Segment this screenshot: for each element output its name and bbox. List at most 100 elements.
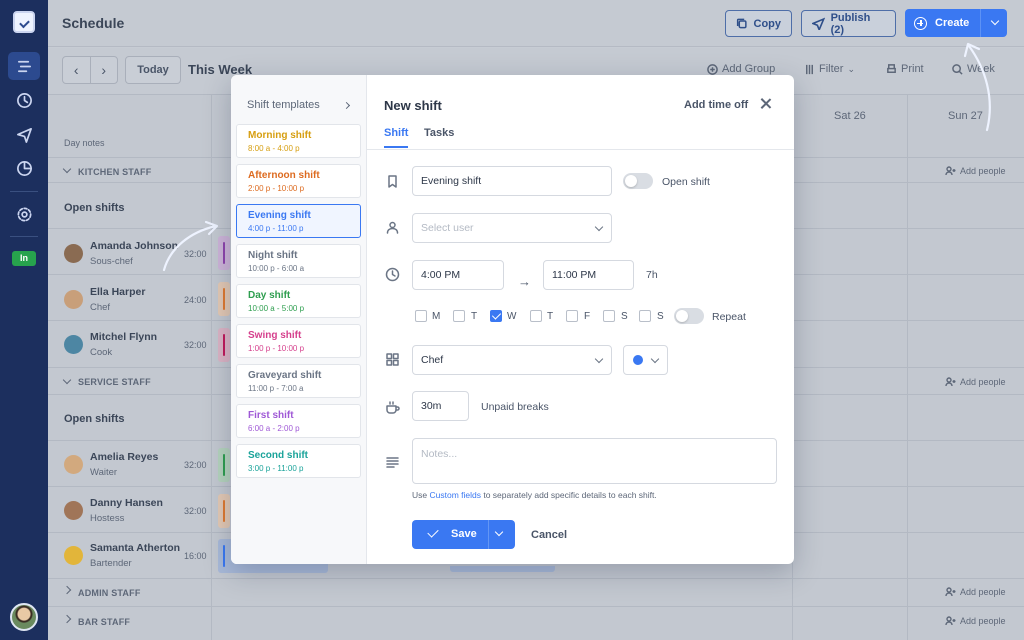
day-checkbox-sat[interactable] xyxy=(603,310,615,322)
template-afternoon-shift[interactable]: Afternoon shift 2:00 p - 10:00 p xyxy=(236,164,361,198)
add-people-button[interactable]: Add people xyxy=(945,616,1006,626)
clock-in-badge[interactable]: In xyxy=(12,251,36,266)
day-checkbox-tue[interactable] xyxy=(453,310,465,322)
open-shift-label: Open shift xyxy=(662,176,710,188)
create-button[interactable]: Create xyxy=(905,9,1007,37)
day-checkbox-sun[interactable] xyxy=(639,310,651,322)
template-first-shift[interactable]: First shift 6:00 a - 2:00 p xyxy=(236,404,361,438)
shift-chip[interactable] xyxy=(218,328,230,362)
tab-tasks[interactable]: Tasks xyxy=(424,127,454,139)
open-shifts-label: Open shifts xyxy=(64,413,125,425)
section-admin-staff[interactable]: ADMIN STAFF xyxy=(78,588,141,598)
chevron-down-icon[interactable] xyxy=(494,527,504,537)
add-people-button[interactable]: Add people xyxy=(945,377,1006,387)
staff-hours: 32:00 xyxy=(184,460,207,470)
section-kitchen-staff[interactable]: KITCHEN STAFF xyxy=(78,167,151,177)
template-second-shift[interactable]: Second shift 3:00 p - 11:00 p xyxy=(236,444,361,478)
repeat-toggle[interactable] xyxy=(674,308,704,324)
cancel-button[interactable]: Cancel xyxy=(531,529,567,541)
chevron-right-icon[interactable] xyxy=(342,101,351,110)
add-person-icon xyxy=(945,377,956,387)
user-avatar[interactable] xyxy=(10,603,38,631)
publish-button[interactable]: Publish (2) xyxy=(801,10,896,37)
position-dropdown[interactable]: Chef xyxy=(412,345,612,375)
week-navigation: ‹ › xyxy=(62,56,118,84)
notes-textarea[interactable]: Notes... xyxy=(412,438,777,484)
bookmark-icon xyxy=(385,174,400,189)
template-morning-shift[interactable]: Morning shift 8:00 a - 4:00 p xyxy=(236,124,361,158)
add-people-button[interactable]: Add people xyxy=(945,587,1006,597)
filter-button[interactable]: Filter ⌄ xyxy=(804,63,855,75)
template-swing-shift[interactable]: Swing shift 1:00 p - 10:00 p xyxy=(236,324,361,358)
schedule-nav-icon[interactable] xyxy=(8,52,40,80)
end-time-input[interactable]: 11:00 PM xyxy=(543,260,634,290)
rail-divider xyxy=(10,191,38,192)
day-notes-label[interactable]: Day notes xyxy=(64,138,105,148)
chevron-right-icon[interactable] xyxy=(62,614,72,624)
section-bar-staff[interactable]: BAR STAFF xyxy=(78,617,130,627)
add-people-button[interactable]: Add people xyxy=(945,166,1006,176)
clock-nav-icon[interactable] xyxy=(12,88,36,112)
shift-bar[interactable] xyxy=(300,566,323,572)
color-picker[interactable] xyxy=(623,345,668,375)
template-time: 8:00 a - 4:00 p xyxy=(248,144,300,153)
clock-icon xyxy=(385,267,400,282)
shift-chip[interactable] xyxy=(218,448,230,482)
print-button[interactable]: Print xyxy=(886,63,924,75)
day-checkbox-fri[interactable] xyxy=(566,310,578,322)
save-divider xyxy=(488,520,489,549)
day-checkbox-thu[interactable] xyxy=(530,310,542,322)
tab-divider xyxy=(367,149,794,150)
plane-nav-icon[interactable] xyxy=(12,122,36,146)
chevron-down-icon[interactable] xyxy=(990,16,1000,26)
staff-hours: 32:00 xyxy=(184,340,207,350)
open-shift-toggle[interactable] xyxy=(623,173,653,189)
break-duration-input[interactable]: 30m xyxy=(412,391,469,421)
template-evening-shift[interactable]: Evening shift 4:00 p - 11:00 p xyxy=(236,204,361,238)
chevron-down-icon[interactable] xyxy=(62,375,72,385)
reports-nav-icon[interactable] xyxy=(12,156,36,180)
shift-chip[interactable] xyxy=(218,282,230,316)
copy-button[interactable]: Copy xyxy=(725,10,792,37)
avatar xyxy=(64,501,83,520)
avatar xyxy=(64,455,83,474)
shift-bar[interactable] xyxy=(450,566,555,572)
day-checkbox-mon[interactable] xyxy=(415,310,427,322)
notes-lines-icon xyxy=(385,455,400,470)
add-time-off-link[interactable]: Add time off xyxy=(684,99,748,111)
staff-name: Samanta Atherton xyxy=(90,542,181,554)
settings-gear-icon[interactable] xyxy=(12,202,36,226)
shift-templates-heading[interactable]: Shift templates xyxy=(247,99,320,111)
template-night-shift[interactable]: Night shift 10:00 p - 6:00 a xyxy=(236,244,361,278)
select-user-dropdown[interactable]: Select user xyxy=(412,213,612,243)
day-label: S xyxy=(657,311,664,322)
app-logo-icon[interactable] xyxy=(13,11,35,33)
start-time-input[interactable]: 4:00 PM xyxy=(412,260,504,290)
staff-role: Bartender xyxy=(90,558,132,569)
save-button[interactable]: Save xyxy=(412,520,515,549)
rail-divider xyxy=(10,236,38,237)
chevron-left-icon[interactable]: ‹ xyxy=(63,57,90,83)
add-group-button[interactable]: Add Group xyxy=(707,63,775,75)
repeat-label: Repeat xyxy=(712,311,746,323)
chevron-right-icon[interactable] xyxy=(62,585,72,595)
custom-fields-link[interactable]: Custom fields xyxy=(429,490,481,500)
staff-hours: 32:00 xyxy=(184,249,207,259)
day-checkbox-wed[interactable] xyxy=(490,310,502,322)
shift-chip[interactable] xyxy=(218,494,230,528)
shift-name-input[interactable]: Evening shift xyxy=(412,166,612,196)
chevron-right-icon[interactable]: › xyxy=(89,57,118,83)
close-icon[interactable] xyxy=(758,96,774,112)
staff-name: Mitchel Flynn xyxy=(90,331,158,343)
chevron-down-icon[interactable] xyxy=(62,164,72,174)
template-graveyard-shift[interactable]: Graveyard shift 11:00 p - 7:00 a xyxy=(236,364,361,398)
section-service-staff[interactable]: SERVICE STAFF xyxy=(78,377,151,387)
tab-shift[interactable]: Shift xyxy=(384,127,408,139)
today-button[interactable]: Today xyxy=(125,56,181,84)
day-label: F xyxy=(584,311,591,322)
shift-chip[interactable] xyxy=(218,236,230,270)
select-user-placeholder: Select user xyxy=(421,222,474,234)
view-selector[interactable]: Week xyxy=(952,63,995,75)
add-people-label: Add people xyxy=(960,587,1006,597)
template-day-shift[interactable]: Day shift 10:00 a - 5:00 p xyxy=(236,284,361,318)
